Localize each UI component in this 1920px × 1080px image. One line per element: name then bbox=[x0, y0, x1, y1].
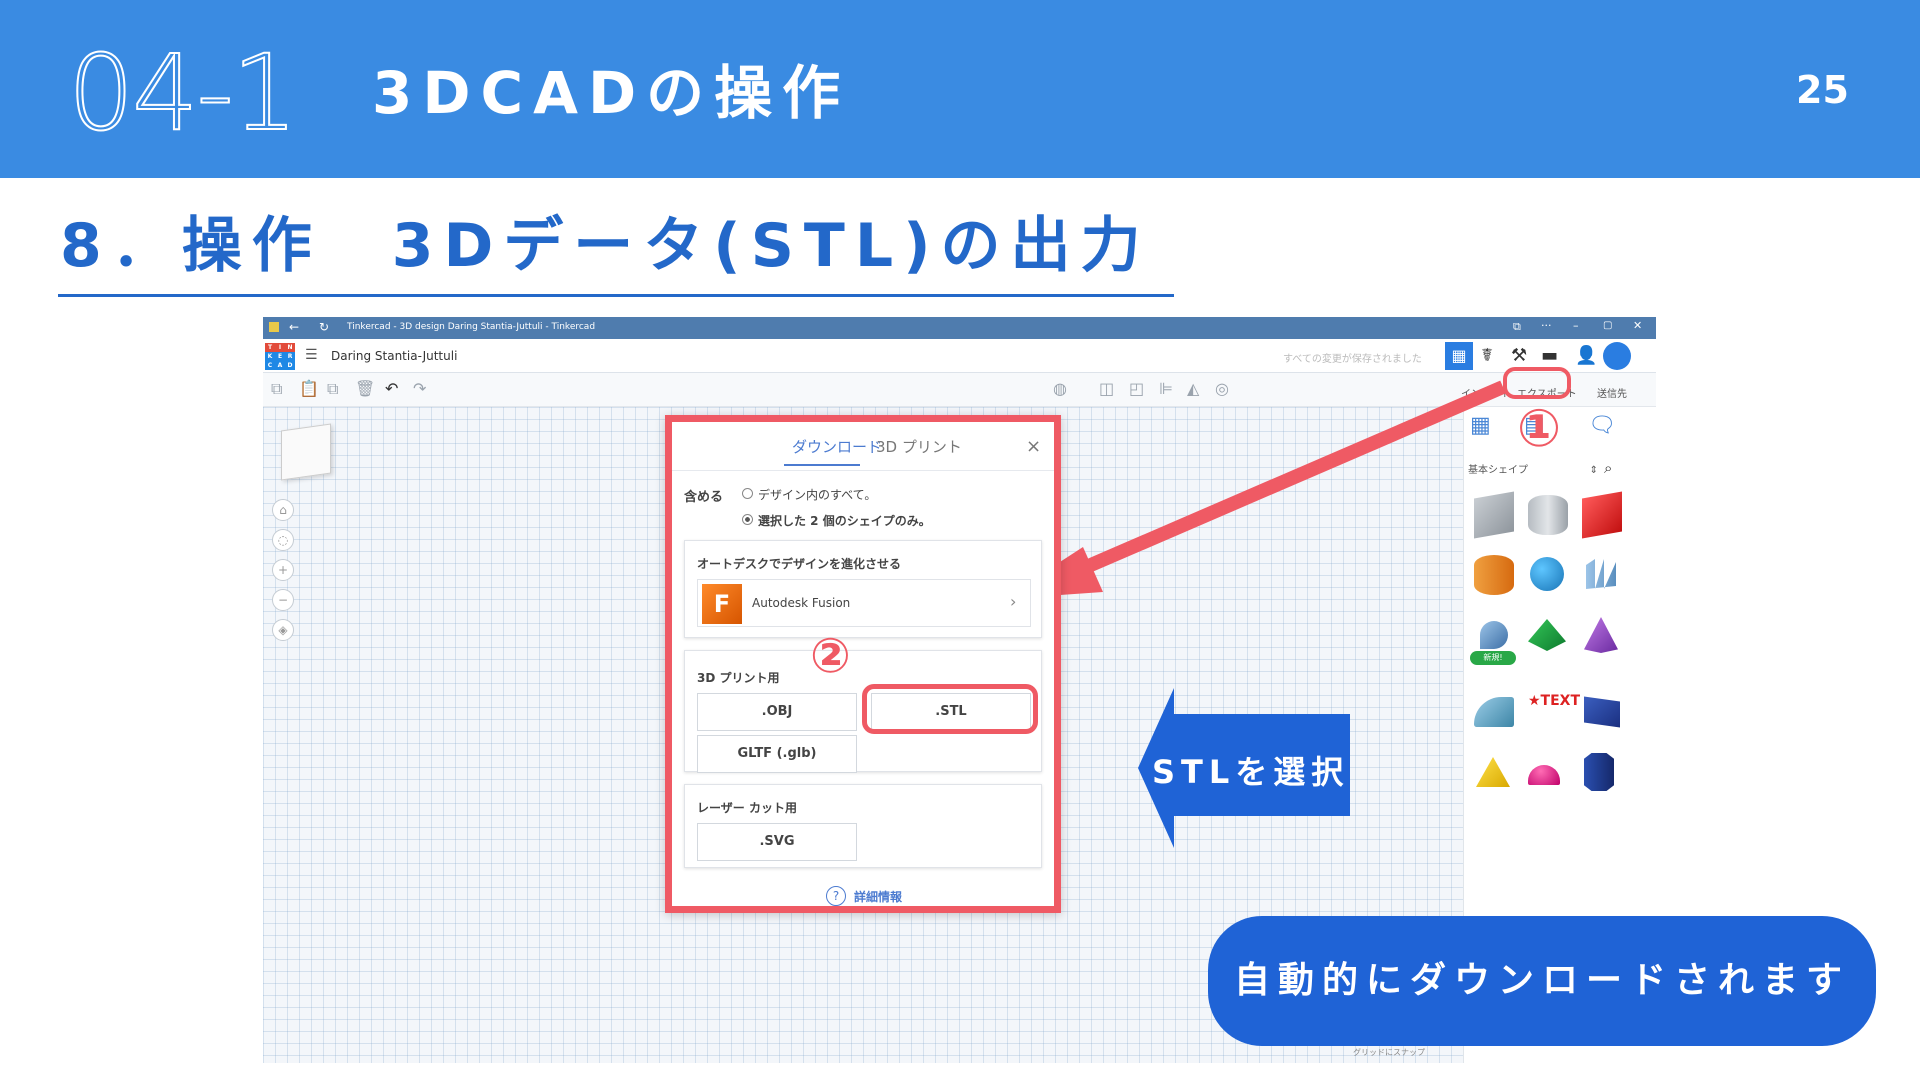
scribble-shape[interactable] bbox=[1586, 559, 1616, 589]
select-arrow-icon: ⇕ bbox=[1589, 465, 1598, 476]
zoom-out-icon[interactable]: − bbox=[272, 589, 294, 611]
design-list-icon[interactable]: ☰ bbox=[305, 347, 318, 363]
window-titlebar: ← ↻ Tinkercad - 3D design Daring Stantia… bbox=[263, 317, 1656, 339]
logo-letter: T bbox=[265, 343, 275, 352]
logo-letter: E bbox=[275, 352, 285, 361]
wedge-shape[interactable] bbox=[1584, 696, 1620, 728]
minimize-button[interactable]: – bbox=[1573, 319, 1579, 332]
window-title: Tinkercad - 3D design Daring Stantia-Jut… bbox=[347, 322, 596, 332]
app-icon bbox=[269, 322, 279, 332]
stl-highlight-ring bbox=[862, 684, 1038, 734]
fusion-label: Autodesk Fusion bbox=[752, 596, 851, 610]
include-label: 含める bbox=[684, 490, 724, 505]
avatar[interactable] bbox=[1603, 342, 1631, 370]
add-user-icon[interactable]: 👤 bbox=[1575, 345, 1597, 366]
close-icon[interactable]: × bbox=[1026, 436, 1041, 457]
logo-letter: C bbox=[265, 361, 275, 370]
print-section-title: 3D プリント用 bbox=[697, 671, 780, 685]
home-view-icon[interactable]: ⌂ bbox=[272, 499, 294, 521]
zoom-in-icon[interactable]: + bbox=[272, 559, 294, 581]
duplicate-icon[interactable]: ⧉ bbox=[327, 379, 338, 399]
ortho-view-icon[interactable]: ◈ bbox=[272, 619, 294, 641]
more-info-link[interactable]: 詳細情報 bbox=[854, 888, 902, 905]
delete-icon[interactable]: 🗑 bbox=[355, 379, 375, 398]
export-dialog: ダウンロード 3D プリント × 含める デザイン内のすべて。 選択した 2 個… bbox=[665, 415, 1061, 913]
logo-letter: N bbox=[285, 343, 295, 352]
radio-all[interactable] bbox=[742, 488, 753, 499]
grid-snap-label: グリッドにスナップ bbox=[1353, 1048, 1425, 1057]
tab-divider bbox=[672, 470, 1054, 471]
slide-subtitle: 8．操作 3Dデータ(STL)の出力 bbox=[60, 211, 1151, 281]
fit-view-icon[interactable]: ◌ bbox=[272, 529, 294, 551]
design-name[interactable]: Daring Stantia-Juttuli bbox=[331, 349, 457, 363]
logo-letter: D bbox=[285, 361, 295, 370]
tinkercad-logo[interactable]: T I N K E R C A D bbox=[265, 343, 295, 371]
logo-letter: A bbox=[275, 361, 285, 370]
option-all-label: デザイン内のすべて。 bbox=[758, 488, 877, 502]
sphere-shape[interactable] bbox=[1530, 557, 1564, 591]
refresh-icon[interactable]: ↻ bbox=[319, 320, 329, 334]
app-header: T I N K E R C A D ☰ Daring Stantia-Juttu… bbox=[263, 339, 1656, 373]
laser-card: レーザー カット用 .SVG bbox=[684, 784, 1042, 868]
logo-letter: R bbox=[285, 352, 295, 361]
undo-icon[interactable]: ↶ bbox=[385, 379, 398, 398]
option-selected-label: 選択した 2 個のシェイプのみ。 bbox=[758, 514, 931, 528]
triangular-pyramid-shape[interactable] bbox=[1476, 757, 1510, 787]
fusion-logo-icon: F bbox=[702, 584, 742, 624]
polygon-shape[interactable] bbox=[1584, 753, 1614, 791]
search-icon[interactable]: ⌕ bbox=[1604, 459, 1612, 477]
text-shape[interactable]: ★TEXT bbox=[1528, 693, 1580, 709]
grid-view-icon[interactable]: ▦ bbox=[1445, 342, 1473, 370]
box-shape[interactable] bbox=[1582, 491, 1622, 539]
maximize-button[interactable]: ▢ bbox=[1603, 320, 1612, 331]
step-1-marker: ① bbox=[1517, 399, 1562, 459]
shape-generator-shape[interactable] bbox=[1480, 621, 1508, 649]
roof-shape[interactable] bbox=[1474, 697, 1514, 727]
autodesk-card: オートデスクでデザインを進化させる F Autodesk Fusion › bbox=[684, 540, 1042, 638]
tab-3d-print[interactable]: 3D プリント bbox=[876, 436, 962, 457]
tab-download[interactable]: ダウンロード bbox=[792, 436, 882, 457]
view-cube[interactable] bbox=[281, 423, 331, 481]
back-arrow-icon[interactable]: ← bbox=[289, 320, 299, 334]
autodesk-card-title: オートデスクでデザインを進化させる bbox=[697, 557, 902, 571]
laser-section-title: レーザー カット用 bbox=[697, 801, 797, 815]
cone-shape[interactable] bbox=[1584, 617, 1618, 653]
help-icon[interactable]: ? bbox=[826, 886, 846, 906]
save-status: すべての変更が保存されました bbox=[1283, 354, 1422, 365]
pyramid-shape[interactable] bbox=[1528, 619, 1566, 651]
svg-button[interactable]: .SVG bbox=[697, 823, 857, 861]
autodesk-fusion-button[interactable]: F Autodesk Fusion › bbox=[697, 579, 1031, 627]
gltf-button[interactable]: GLTF (.glb) bbox=[697, 735, 857, 773]
send-to-tab[interactable]: 送信先 bbox=[1597, 385, 1627, 400]
obj-button[interactable]: .OBJ bbox=[697, 693, 857, 731]
sim-lab-icon[interactable]: ⚒ bbox=[1511, 345, 1527, 366]
paste-icon[interactable]: 📋 bbox=[299, 379, 319, 398]
bricks-icon[interactable]: ▬ bbox=[1541, 345, 1558, 366]
chevron-right-icon: › bbox=[1010, 592, 1017, 611]
chapter-number: 04-1 bbox=[67, 32, 299, 154]
copy-icon[interactable]: ⧉ bbox=[271, 379, 282, 399]
window-extension-icon[interactable]: ⧉ bbox=[1513, 320, 1521, 334]
auto-download-badge: 自動的にダウンロードされます bbox=[1208, 916, 1876, 1046]
redo-icon[interactable]: ↷ bbox=[413, 379, 426, 398]
notes-icon[interactable]: 🗨 bbox=[1588, 413, 1616, 438]
logo-letter: I bbox=[275, 343, 285, 352]
section-title: 3DCADの操作 bbox=[372, 59, 851, 127]
active-tab-indicator bbox=[784, 464, 860, 466]
half-sphere-shape[interactable] bbox=[1528, 765, 1560, 785]
step-2-marker: ② bbox=[810, 628, 851, 684]
radio-selected[interactable] bbox=[742, 514, 753, 525]
subtitle-underline bbox=[58, 294, 1174, 297]
page-number: 25 bbox=[1796, 68, 1849, 112]
cylinder-hole-shape[interactable] bbox=[1528, 495, 1568, 535]
window-menu-icon[interactable]: ··· bbox=[1541, 319, 1552, 332]
stl-callout-text: STLを選択 bbox=[1152, 753, 1350, 791]
blocks-icon[interactable]: ☤ bbox=[1481, 345, 1493, 366]
logo-letter: K bbox=[265, 352, 275, 361]
close-window-button[interactable]: ✕ bbox=[1633, 319, 1642, 332]
new-badge: 新規! bbox=[1470, 651, 1516, 665]
